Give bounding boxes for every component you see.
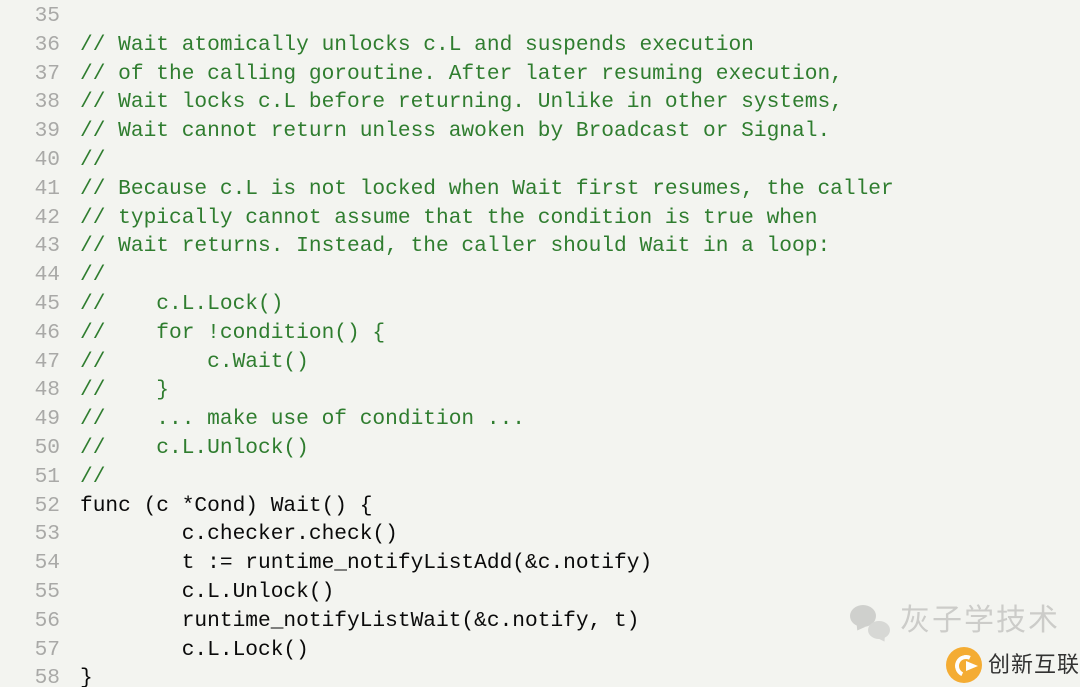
comment-text: // (80, 465, 105, 489)
line-number: 41 (0, 175, 60, 204)
line-number: 44 (0, 261, 60, 290)
comment-text: // of the calling goroutine. After later… (80, 62, 843, 86)
line-number: 38 (0, 88, 60, 117)
line-number: 42 (0, 204, 60, 233)
code-text: } (80, 666, 93, 687)
comment-text: // Wait returns. Instead, the caller sho… (80, 234, 830, 258)
code-area: // Wait atomically unlocks c.L and suspe… (80, 2, 1080, 687)
line-number: 53 (0, 520, 60, 549)
line-number-gutter: 3536373839404142434445464748495051525354… (0, 2, 80, 687)
line-number: 36 (0, 31, 60, 60)
line-number: 45 (0, 290, 60, 319)
code-line: // typically cannot assume that the cond… (80, 204, 1080, 233)
code-line: // ... make use of condition ... (80, 405, 1080, 434)
comment-text: // typically cannot assume that the cond… (80, 206, 817, 230)
code-text: c.L.Lock() (80, 638, 309, 662)
code-line: // Wait returns. Instead, the caller sho… (80, 232, 1080, 261)
code-line: // of the calling goroutine. After later… (80, 60, 1080, 89)
line-number: 47 (0, 348, 60, 377)
code-line: // c.L.Lock() (80, 290, 1080, 319)
code-editor: 3536373839404142434445464748495051525354… (0, 0, 1080, 687)
line-number: 51 (0, 463, 60, 492)
code-text: func (c *Cond) Wait() { (80, 494, 372, 518)
comment-text: // (80, 148, 105, 172)
comment-text: // c.Wait() (80, 350, 309, 374)
comment-text: // c.L.Unlock() (80, 436, 309, 460)
code-text: c.checker.check() (80, 522, 398, 546)
code-line (80, 2, 1080, 31)
code-line: c.L.Lock() (80, 636, 1080, 665)
line-number: 40 (0, 146, 60, 175)
line-number: 48 (0, 376, 60, 405)
comment-text: // ... make use of condition ... (80, 407, 525, 431)
code-line: // Wait locks c.L before returning. Unli… (80, 88, 1080, 117)
code-text: runtime_notifyListWait(&c.notify, t) (80, 609, 639, 633)
line-number: 35 (0, 2, 60, 31)
comment-text: // Because c.L is not locked when Wait f… (80, 177, 894, 201)
code-line: // Because c.L is not locked when Wait f… (80, 175, 1080, 204)
code-line: t := runtime_notifyListAdd(&c.notify) (80, 549, 1080, 578)
line-number: 58 (0, 664, 60, 687)
code-line: // (80, 261, 1080, 290)
line-number: 57 (0, 636, 60, 665)
comment-text: // } (80, 378, 169, 402)
comment-text: // for !condition() { (80, 321, 385, 345)
line-number: 37 (0, 60, 60, 89)
code-line: // for !condition() { (80, 319, 1080, 348)
code-line: // c.Wait() (80, 348, 1080, 377)
code-line: runtime_notifyListWait(&c.notify, t) (80, 607, 1080, 636)
line-number: 49 (0, 405, 60, 434)
code-text: t := runtime_notifyListAdd(&c.notify) (80, 551, 652, 575)
code-text: c.L.Unlock() (80, 580, 334, 604)
comment-text: // (80, 263, 105, 287)
code-line: func (c *Cond) Wait() { (80, 492, 1080, 521)
line-number: 43 (0, 232, 60, 261)
code-line: c.L.Unlock() (80, 578, 1080, 607)
code-line: // c.L.Unlock() (80, 434, 1080, 463)
comment-text: // Wait atomically unlocks c.L and suspe… (80, 33, 754, 57)
line-number: 46 (0, 319, 60, 348)
code-line: // } (80, 376, 1080, 405)
line-number: 52 (0, 492, 60, 521)
comment-text: // Wait locks c.L before returning. Unli… (80, 90, 843, 114)
comment-text: // Wait cannot return unless awoken by B… (80, 119, 830, 143)
code-line: // Wait atomically unlocks c.L and suspe… (80, 31, 1080, 60)
code-line: } (80, 664, 1080, 687)
code-line: // (80, 146, 1080, 175)
line-number: 50 (0, 434, 60, 463)
code-line: c.checker.check() (80, 520, 1080, 549)
line-number: 39 (0, 117, 60, 146)
line-number: 54 (0, 549, 60, 578)
comment-text: // c.L.Lock() (80, 292, 283, 316)
line-number: 56 (0, 607, 60, 636)
code-line: // Wait cannot return unless awoken by B… (80, 117, 1080, 146)
code-line: // (80, 463, 1080, 492)
line-number: 55 (0, 578, 60, 607)
